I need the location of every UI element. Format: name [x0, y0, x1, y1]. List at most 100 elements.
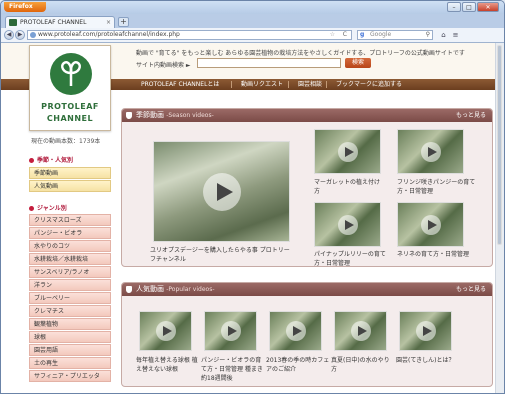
back-button[interactable]: ◀	[4, 30, 14, 40]
home-icon[interactable]: ⌂	[439, 31, 448, 39]
video-caption[interactable]: フリンジ咲きパンジーの育て方・日常管理	[397, 178, 481, 196]
globe-icon	[30, 32, 36, 38]
browser-window: Firefox – □ ✕ PROTOLEAF CHANNEL × + ◀ ▶ …	[0, 0, 505, 394]
page-scrollbar[interactable]	[495, 43, 504, 393]
popular-more-link[interactable]: もっと見る	[456, 283, 486, 296]
seasonal-videos-panel: 季節動画 -Season videos- もっと見る ユリオプスデージーを購入し…	[121, 108, 493, 267]
pin-icon	[126, 112, 132, 119]
season-heading: 季節・人気別	[29, 155, 73, 164]
star-icon[interactable]: ☆	[330, 31, 335, 39]
sidebar-item-genre[interactable]: パンジー・ビオラ	[29, 227, 111, 239]
menu-item-about[interactable]: PROTOLEAF CHANNELとは	[141, 79, 219, 90]
play-icon	[415, 321, 436, 341]
video-caption[interactable]: 真夏(日中)の水のやり方	[331, 356, 395, 374]
video-thumbnail[interactable]	[314, 202, 381, 247]
video-thumbnail[interactable]	[204, 311, 257, 351]
leaf-logo-icon	[50, 53, 92, 95]
search-placeholder: Google	[370, 31, 392, 38]
menu-divider	[288, 81, 289, 88]
url-bar[interactable]: www.protoleaf.com/protoleafchannel/index…	[27, 30, 352, 40]
featured-video-caption[interactable]: ユリオプスデージーを購入したらやる事 プロトリーフチャンネル	[150, 246, 290, 264]
popular-videos-panel: 人気動画 -Popular videos- もっと見る 毎年植え替える球根 植え…	[121, 282, 493, 387]
sidebar-item-genre[interactable]: サフィニア・プリエッタ	[29, 370, 111, 382]
sidebar: 現在の動画本数：1739本 季節・人気別 季節動画 人気動画 ジャンル別 クリス…	[27, 93, 113, 393]
sidebar-item-genre[interactable]: 園芸用語	[29, 344, 111, 356]
site-search-label: サイト内動画検索 ►	[136, 62, 191, 69]
tab-title: PROTOLEAF CHANNEL	[20, 19, 87, 26]
seasonal-more-link[interactable]: もっと見る	[456, 109, 486, 122]
favicon-icon	[9, 19, 17, 26]
sidebar-item-genre[interactable]: クリスマスローズ	[29, 214, 111, 226]
play-icon	[285, 321, 306, 341]
sidebar-item-season[interactable]: 季節動画	[29, 167, 111, 179]
play-icon	[420, 141, 441, 162]
play-icon	[155, 321, 176, 341]
site-tagline: 動画で "育てる" をもっと楽しむ あらゆる園芸植物の栽培方法をやさしくガイドす…	[136, 50, 465, 57]
reload-icon[interactable]: C	[343, 31, 347, 39]
page-viewport: 動画で "育てる" をもっと楽しむ あらゆる園芸植物の栽培方法をやさしくガイドす…	[1, 43, 504, 393]
sidebar-item-genre[interactable]: 土の再生	[29, 357, 111, 369]
video-thumbnail[interactable]	[314, 129, 381, 174]
video-thumbnail[interactable]	[397, 129, 464, 174]
site-logo[interactable]: PROTOLEAF CHANNEL	[29, 45, 111, 131]
pin-icon	[126, 286, 132, 293]
sidebar-item-genre[interactable]: 観葉植物	[29, 318, 111, 330]
menu-item-request[interactable]: 動画リクエスト	[241, 79, 283, 90]
video-caption[interactable]: 毎年植え替える球根 植え替えない球根	[136, 356, 200, 374]
close-button[interactable]: ✕	[477, 2, 499, 12]
site-search-button[interactable]: 検索	[345, 58, 371, 68]
menu-divider	[326, 81, 327, 88]
sidebar-item-popular[interactable]: 人気動画	[29, 180, 111, 192]
video-caption[interactable]: パイナップルリリーの育て方・日常管理	[314, 250, 392, 268]
seasonal-panel-header: 季節動画 -Season videos- もっと見る	[122, 109, 492, 122]
sidebar-item-genre[interactable]: クレマチス	[29, 305, 111, 317]
bullet-icon	[29, 158, 34, 163]
sidebar-item-genre[interactable]: 水耕栽培／水耕栽培	[29, 253, 111, 265]
video-counter: 現在の動画本数：1739本	[31, 138, 101, 145]
browser-search-input[interactable]: g Google ⚲	[357, 30, 433, 40]
title-bar: Firefox – □ ✕	[1, 1, 504, 14]
scrollbar-thumb[interactable]	[497, 45, 502, 245]
video-caption[interactable]: マーガレットの植え付け方	[314, 178, 384, 196]
video-thumbnail[interactable]	[334, 311, 387, 351]
genre-heading: ジャンル別	[29, 203, 67, 212]
video-thumbnail[interactable]	[399, 311, 452, 351]
new-tab-button[interactable]: +	[118, 17, 129, 27]
logo-text-1: PROTOLEAF	[41, 102, 99, 111]
search-icon[interactable]: ⚲	[426, 31, 430, 39]
play-icon	[337, 214, 358, 235]
url-text: www.protoleaf.com/protoleafchannel/index…	[38, 31, 180, 38]
sidebar-item-genre[interactable]: 球根	[29, 331, 111, 343]
bookmarks-icon[interactable]: ≡	[451, 31, 460, 39]
play-icon	[337, 141, 358, 162]
maximize-button[interactable]: □	[462, 2, 476, 12]
tab-protoleaf-channel[interactable]: PROTOLEAF CHANNEL ×	[5, 16, 115, 28]
video-thumbnail[interactable]	[139, 311, 192, 351]
forward-button[interactable]: ▶	[15, 30, 25, 40]
play-icon	[220, 321, 241, 341]
menu-divider	[231, 81, 232, 88]
video-caption[interactable]: 園芸(てきしん)とは？	[396, 356, 466, 365]
tab-strip: PROTOLEAF CHANNEL × +	[1, 14, 504, 28]
video-caption[interactable]: 2013春の季の時カフェアのご紹介	[266, 356, 330, 374]
tab-close-icon[interactable]: ×	[106, 17, 111, 28]
sidebar-item-genre[interactable]: ブルーベリー	[29, 292, 111, 304]
bullet-icon	[29, 206, 34, 211]
sidebar-item-genre[interactable]: 洋ラン	[29, 279, 111, 291]
play-icon	[350, 321, 371, 341]
site-search-input[interactable]	[197, 58, 341, 68]
firefox-menu-button[interactable]: Firefox	[4, 2, 46, 12]
video-caption[interactable]: パンジー・ビオラの育て方・日常管理 種まき 約18週間後	[201, 356, 265, 383]
sidebar-item-genre[interactable]: サンスベリア/ラノオ	[29, 266, 111, 278]
play-icon	[202, 172, 241, 211]
menu-item-bookmark[interactable]: ブックマークに追加する	[336, 79, 402, 90]
minimize-button[interactable]: –	[447, 2, 461, 12]
video-thumbnail[interactable]	[269, 311, 322, 351]
featured-video-thumbnail[interactable]	[153, 141, 290, 242]
video-caption[interactable]: ネリネの育て方・日常管理	[397, 250, 481, 259]
video-thumbnail[interactable]	[397, 202, 464, 247]
popular-panel-header: 人気動画 -Popular videos- もっと見る	[122, 283, 492, 296]
menu-item-consult[interactable]: 園芸相談	[298, 79, 322, 90]
popular-title: 人気動画 -Popular videos-	[136, 285, 215, 293]
sidebar-item-genre[interactable]: 水やりのコツ	[29, 240, 111, 252]
